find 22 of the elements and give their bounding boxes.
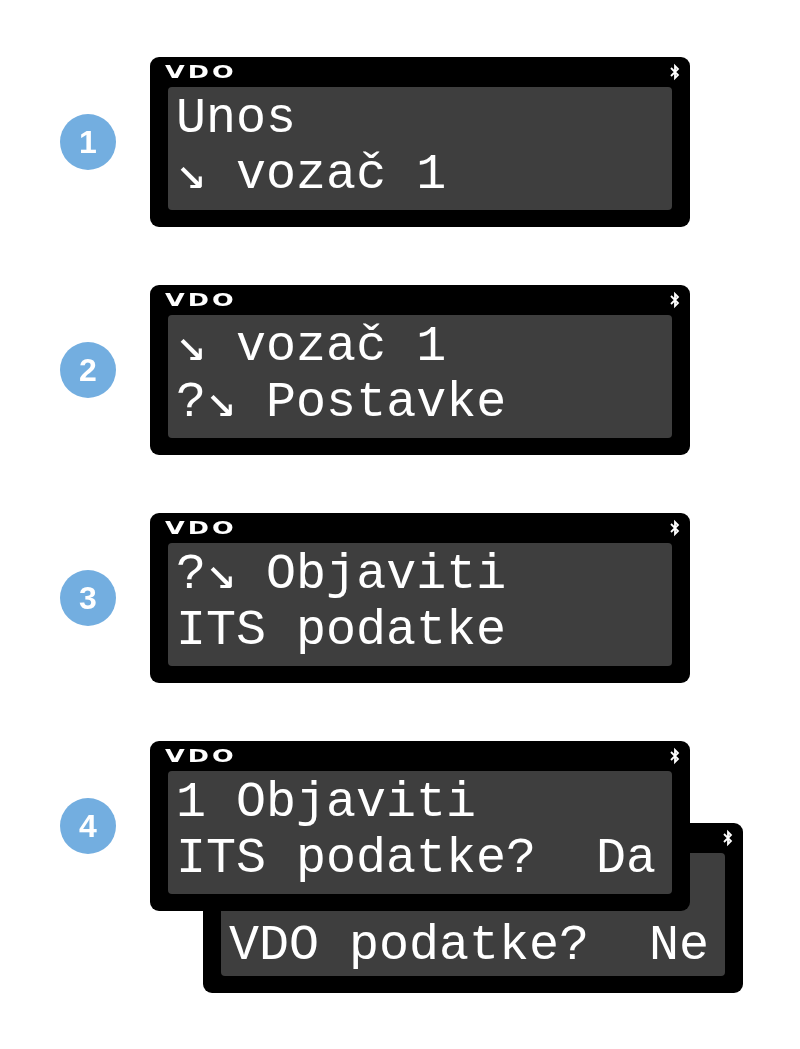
step-number: 1 <box>60 114 116 170</box>
display-text-line: 1 Objaviti <box>176 775 477 831</box>
display-text-line: Unos <box>176 91 297 147</box>
display-text-line: ITS podatke? Da <box>176 831 657 887</box>
display-text-line: ?↘ Objaviti <box>176 547 507 603</box>
brand-logo: VDO <box>165 519 237 537</box>
display-text-line: VDO podatke? Ne <box>229 918 710 974</box>
bluetooth-icon <box>670 63 680 81</box>
brand-logo: VDO <box>165 747 237 765</box>
bluetooth-icon <box>670 519 680 537</box>
bluetooth-icon <box>670 291 680 309</box>
step-number: 2 <box>60 342 116 398</box>
bluetooth-icon <box>670 747 680 765</box>
step-number: 3 <box>60 570 116 626</box>
display-text-line: ?↘ Postavke <box>176 375 507 431</box>
display-text-line: ITS podatke <box>176 603 507 659</box>
brand-logo: VDO <box>165 291 237 309</box>
display-text-line: ↘ vozač 1 <box>176 147 447 203</box>
bluetooth-icon <box>723 829 733 847</box>
brand-logo: VDO <box>165 63 237 81</box>
display-text-line: ↘ vozač 1 <box>176 319 447 375</box>
step-number: 4 <box>60 798 116 854</box>
